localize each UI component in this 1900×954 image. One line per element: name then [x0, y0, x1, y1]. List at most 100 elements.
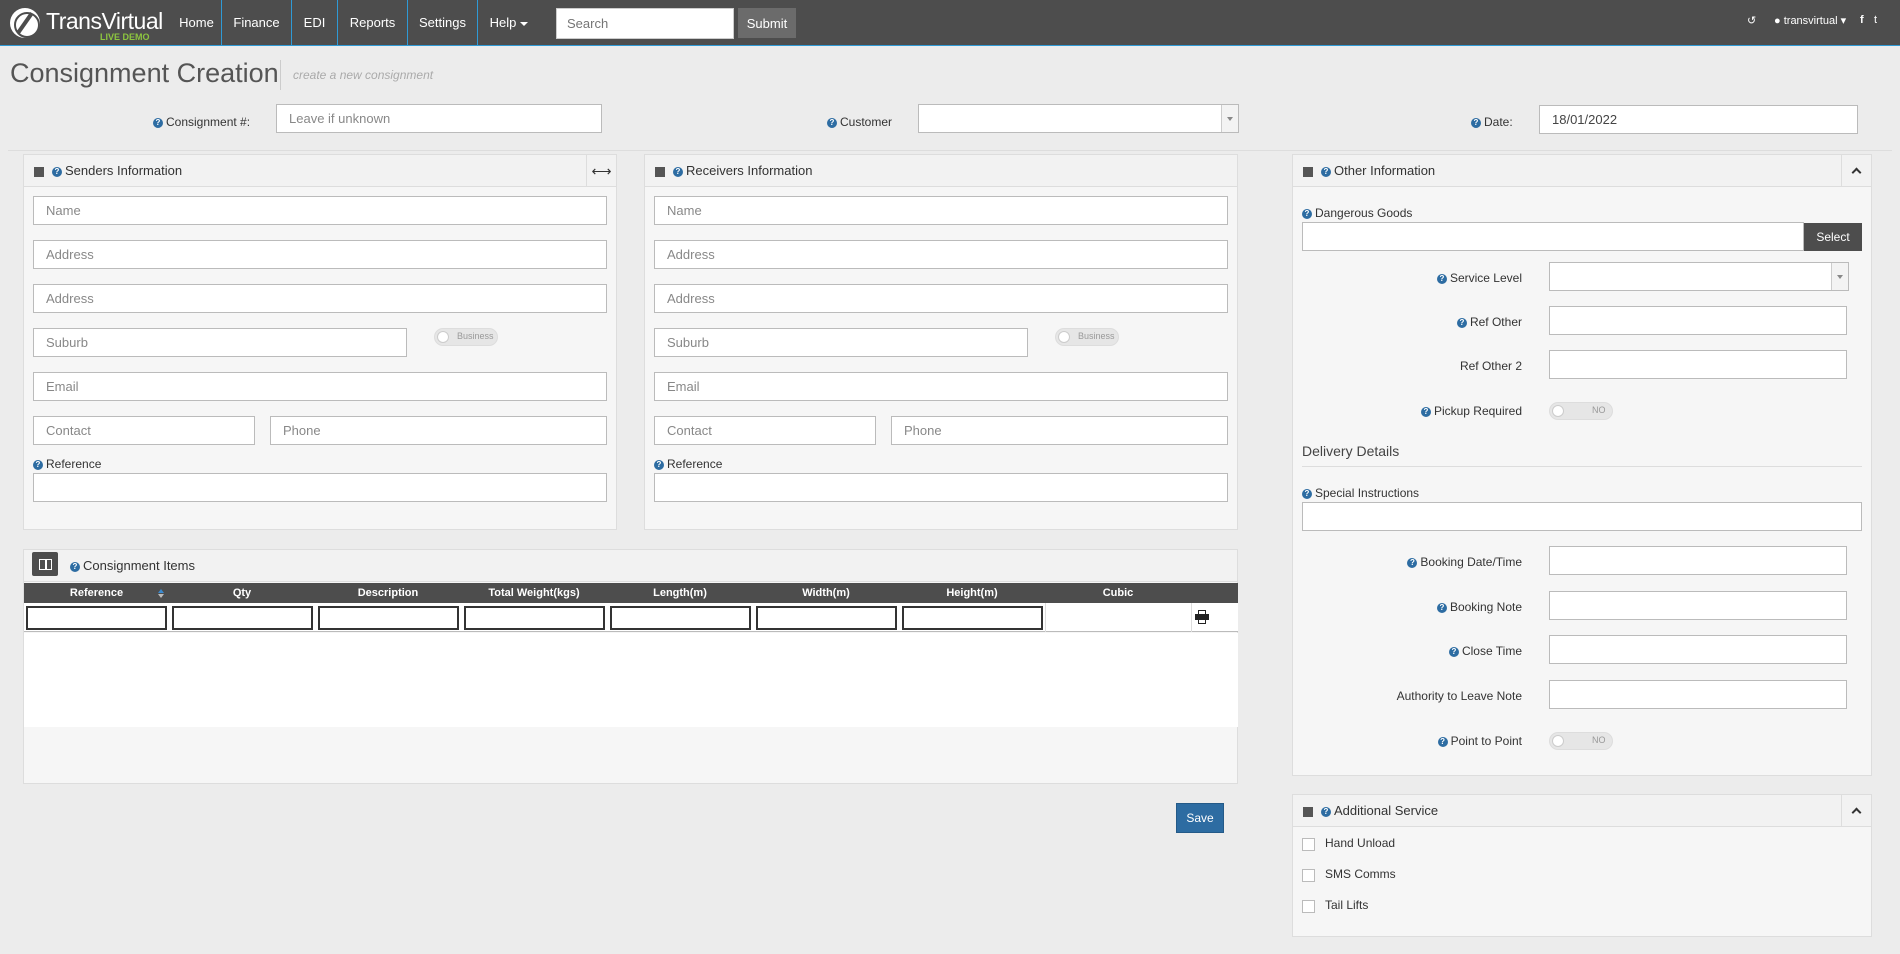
- help-icon[interactable]: ?: [673, 166, 683, 177]
- col-reference[interactable]: Reference: [24, 583, 169, 603]
- expand-horizontal-icon[interactable]: ⟷: [586, 155, 616, 187]
- facebook-icon[interactable]: f: [1860, 14, 1864, 26]
- authority-to-leave-input[interactable]: [1549, 680, 1847, 709]
- nav-finance[interactable]: Finance: [222, 0, 292, 46]
- print-icon[interactable]: [1195, 610, 1209, 624]
- col-length[interactable]: Length(m): [607, 583, 753, 603]
- date-input[interactable]: 18/01/2022: [1539, 105, 1858, 134]
- table-row: [24, 603, 1238, 632]
- receivers-panel-header: ? Receivers Information: [645, 155, 1237, 187]
- receiver-address1-input[interactable]: Address: [654, 240, 1228, 269]
- special-instructions-input[interactable]: [1302, 502, 1862, 531]
- history-icon[interactable]: ↺: [1747, 14, 1756, 27]
- brand-logo[interactable]: TransVirtual LIVE DEMO: [10, 6, 163, 42]
- help-icon[interactable]: ?: [1321, 166, 1331, 177]
- sort-icon[interactable]: [158, 589, 164, 598]
- length-cell-input[interactable]: [610, 606, 751, 630]
- help-icon[interactable]: ?: [1436, 602, 1447, 613]
- pickup-required-toggle[interactable]: NO: [1549, 402, 1613, 420]
- help-icon[interactable]: ?: [33, 459, 43, 470]
- nav-help[interactable]: Help: [478, 0, 540, 46]
- reference-cell-input[interactable]: [26, 606, 167, 630]
- tail-lifts-checkbox[interactable]: [1302, 900, 1315, 913]
- save-button[interactable]: Save: [1176, 803, 1224, 833]
- nav-reports[interactable]: Reports: [338, 0, 408, 46]
- receiver-suburb-input[interactable]: Suburb: [654, 328, 1028, 357]
- help-icon[interactable]: ?: [654, 459, 664, 470]
- help-icon[interactable]: ?: [1321, 806, 1331, 817]
- sender-address1-input[interactable]: Address: [33, 240, 607, 269]
- checkbox-icon[interactable]: [655, 166, 665, 177]
- help-icon[interactable]: ?: [52, 166, 62, 177]
- sender-email-input[interactable]: Email: [33, 372, 607, 401]
- twitter-icon[interactable]: t: [1874, 14, 1877, 26]
- sender-phone-input[interactable]: Phone: [270, 416, 607, 445]
- col-total-weight[interactable]: Total Weight(kgs): [461, 583, 607, 603]
- help-icon[interactable]: ?: [1471, 117, 1481, 128]
- receiver-contact-input[interactable]: Contact: [654, 416, 876, 445]
- col-cubic[interactable]: Cubic: [1045, 583, 1191, 603]
- col-width[interactable]: Width(m): [753, 583, 899, 603]
- search-input[interactable]: [556, 8, 734, 39]
- columns-toggle-icon[interactable]: [32, 552, 58, 576]
- help-icon[interactable]: ?: [1302, 208, 1312, 219]
- receiver-phone-input[interactable]: Phone: [891, 416, 1228, 445]
- description-cell-input[interactable]: [318, 606, 459, 630]
- sms-comms-checkbox[interactable]: [1302, 869, 1315, 882]
- col-qty[interactable]: Qty: [169, 583, 315, 603]
- sender-contact-input[interactable]: Contact: [33, 416, 255, 445]
- collapse-icon[interactable]: [1841, 155, 1871, 187]
- help-icon[interactable]: ?: [1448, 646, 1459, 657]
- help-icon[interactable]: ?: [1420, 406, 1431, 417]
- sender-address2-input[interactable]: Address: [33, 284, 607, 313]
- consignment-number-input[interactable]: Leave if unknown: [276, 104, 602, 133]
- point-to-point-toggle[interactable]: NO: [1549, 732, 1613, 750]
- sender-name-input[interactable]: Name: [33, 196, 607, 225]
- dangerous-goods-input[interactable]: [1302, 222, 1804, 251]
- booking-note-input[interactable]: [1549, 591, 1847, 620]
- receiver-address2-input[interactable]: Address: [654, 284, 1228, 313]
- cell-divider: [1045, 603, 1046, 632]
- ref-other2-input[interactable]: [1549, 350, 1847, 379]
- sms-comms-label: SMS Comms: [1325, 867, 1396, 881]
- dangerous-goods-select-button[interactable]: Select: [1804, 223, 1862, 251]
- receiver-reference-input[interactable]: [654, 473, 1228, 502]
- hand-unload-checkbox[interactable]: [1302, 838, 1315, 851]
- help-icon[interactable]: ?: [1302, 488, 1312, 499]
- checkbox-icon[interactable]: [34, 166, 44, 177]
- customer-select[interactable]: [918, 104, 1239, 133]
- user-menu[interactable]: ● transvirtual ▾: [1774, 14, 1846, 27]
- qty-cell-input[interactable]: [172, 606, 313, 630]
- col-description[interactable]: Description: [315, 583, 461, 603]
- nav-home[interactable]: Home: [172, 0, 222, 46]
- checkbox-icon[interactable]: [1303, 166, 1313, 177]
- weight-cell-input[interactable]: [464, 606, 605, 630]
- help-icon[interactable]: ?: [1436, 273, 1447, 284]
- help-icon[interactable]: ?: [1437, 736, 1448, 747]
- receiver-email-input[interactable]: Email: [654, 372, 1228, 401]
- search-submit-button[interactable]: Submit: [738, 8, 796, 38]
- help-icon[interactable]: ?: [1407, 557, 1418, 568]
- other-panel-title: ? Other Information: [1303, 163, 1435, 178]
- checkbox-icon[interactable]: [1303, 806, 1313, 817]
- close-time-input[interactable]: [1549, 635, 1847, 664]
- sender-business-toggle[interactable]: Business: [434, 328, 498, 346]
- help-icon[interactable]: ?: [153, 117, 163, 128]
- help-icon[interactable]: ?: [70, 561, 80, 572]
- receiver-name-input[interactable]: Name: [654, 196, 1228, 225]
- sender-reference-input[interactable]: [33, 473, 607, 502]
- booking-datetime-input[interactable]: [1549, 546, 1847, 575]
- width-cell-input[interactable]: [756, 606, 897, 630]
- nav-settings[interactable]: Settings: [408, 0, 478, 46]
- ref-other-input[interactable]: [1549, 306, 1847, 335]
- help-icon[interactable]: ?: [1456, 317, 1467, 328]
- height-cell-input[interactable]: [902, 606, 1043, 630]
- collapse-icon[interactable]: [1841, 795, 1871, 827]
- receiver-business-toggle[interactable]: Business: [1055, 328, 1119, 346]
- sender-suburb-input[interactable]: Suburb: [33, 328, 407, 357]
- help-icon[interactable]: ?: [827, 117, 837, 128]
- col-height[interactable]: Height(m): [899, 583, 1045, 603]
- nav-edi[interactable]: EDI: [292, 0, 338, 46]
- service-level-select[interactable]: [1549, 262, 1849, 291]
- dangerous-goods-label: ? Dangerous Goods: [1302, 206, 1412, 220]
